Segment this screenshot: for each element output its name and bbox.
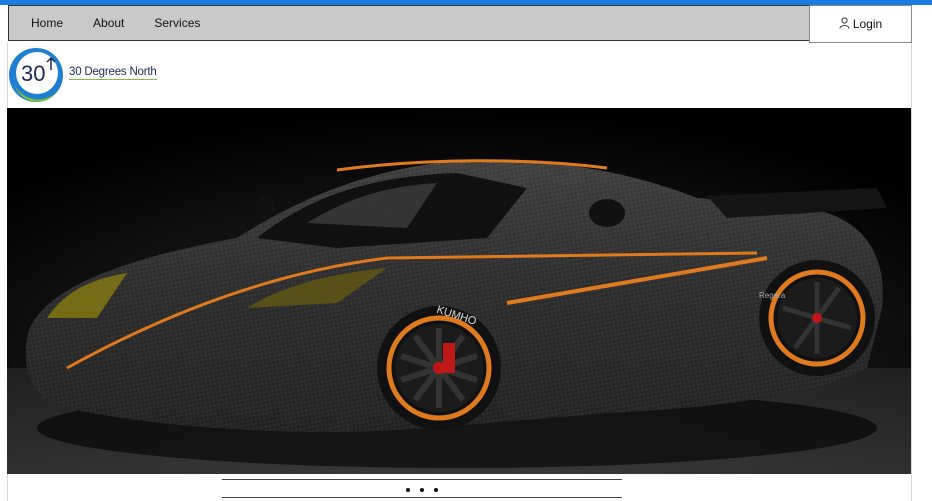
logo-globe-icon: 30	[9, 48, 63, 102]
carousel-dot-2[interactable]	[420, 487, 424, 492]
nav-services-link[interactable]: Services	[139, 5, 215, 41]
carousel-dot-3[interactable]	[433, 487, 438, 492]
login-button[interactable]: Login	[809, 5, 912, 43]
carousel-dot-1[interactable]	[406, 487, 411, 492]
nav-about-link[interactable]: About	[78, 5, 139, 41]
login-label: Login	[852, 17, 883, 31]
carousel-divider-top	[222, 479, 622, 480]
user-icon	[839, 16, 850, 32]
main-navigation: Home About Services	[8, 5, 810, 41]
nav-home-link[interactable]: Home	[16, 5, 78, 41]
hero-carousel-image: KUMHO Regera	[7, 108, 911, 474]
logo-number-text: 30	[21, 61, 45, 86]
carousel-indicators	[222, 482, 622, 496]
brand-logo[interactable]: 30 30 Degrees North	[7, 46, 157, 104]
carousel-divider-bottom	[222, 497, 622, 498]
car-badge-text: Regera	[759, 291, 786, 300]
brand-name: 30 Degrees North	[69, 66, 157, 80]
page-frame-right	[911, 42, 912, 501]
